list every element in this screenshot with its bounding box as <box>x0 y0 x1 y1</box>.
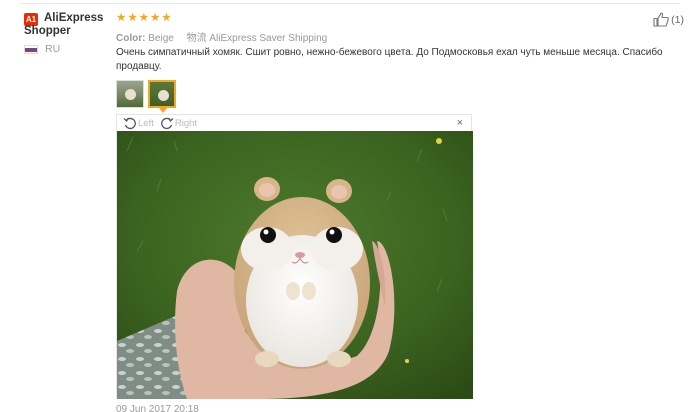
star-icon: ★ <box>127 12 138 24</box>
color-label: Color: <box>116 33 146 44</box>
review-text: Очень симпатичный хомяк. Сшит ровно, неж… <box>116 47 663 72</box>
star-icon: ★ <box>138 12 149 24</box>
color-value: Beige <box>148 33 174 44</box>
photo-thumbnail[interactable] <box>116 80 144 108</box>
reviewer-country: RU <box>24 43 114 55</box>
divider <box>20 3 680 4</box>
reviewer-name-line2: Shopper <box>24 25 71 37</box>
review-date: 09 Jun 2017 20:18 <box>116 404 199 412</box>
order-info: Color: Beige 物流 AliExpress Saver Shippin… <box>116 29 327 44</box>
country-code: RU <box>45 43 61 55</box>
star-icon: ★ <box>149 12 161 24</box>
thumbs-up-icon[interactable] <box>653 12 669 27</box>
helpful-button[interactable]: (1) <box>653 12 684 27</box>
star-icon: ★ <box>161 12 172 24</box>
rotate-left-label: Left <box>138 117 154 129</box>
shipping-value: AliExpress Saver Shipping <box>209 33 328 44</box>
rotate-right-label: Right <box>174 117 198 129</box>
reviewer-info: A1 AliExpress Shopper RU <box>24 12 114 55</box>
photo-viewer: Left Right × <box>116 114 473 399</box>
photo-thumbnail-active[interactable] <box>148 80 176 108</box>
shipping-label: 物流 <box>186 33 207 44</box>
reviewer-name-line1: AliExpress <box>44 12 104 24</box>
rotate-left-icon <box>123 117 136 130</box>
helpful-count: (1) <box>671 13 684 26</box>
active-thumbnail-indicator <box>159 108 167 113</box>
rotate-right-icon <box>160 117 174 130</box>
review-photo-thumbnails <box>116 80 176 108</box>
close-viewer-button[interactable]: × <box>457 117 463 129</box>
star-icon: ★ <box>116 12 127 24</box>
russia-flag-icon <box>24 44 38 54</box>
reviewer-name: AliExpress Shopper <box>24 12 104 38</box>
hamster-photo-image <box>117 131 473 399</box>
rotate-right-button[interactable]: Right <box>160 116 197 130</box>
rotate-left-button[interactable]: Left <box>123 116 154 130</box>
rating-stars: ★ ★ ★ ★ ★ <box>116 12 172 24</box>
review-photo <box>117 131 473 399</box>
viewer-toolbar: Left Right × <box>117 115 471 131</box>
